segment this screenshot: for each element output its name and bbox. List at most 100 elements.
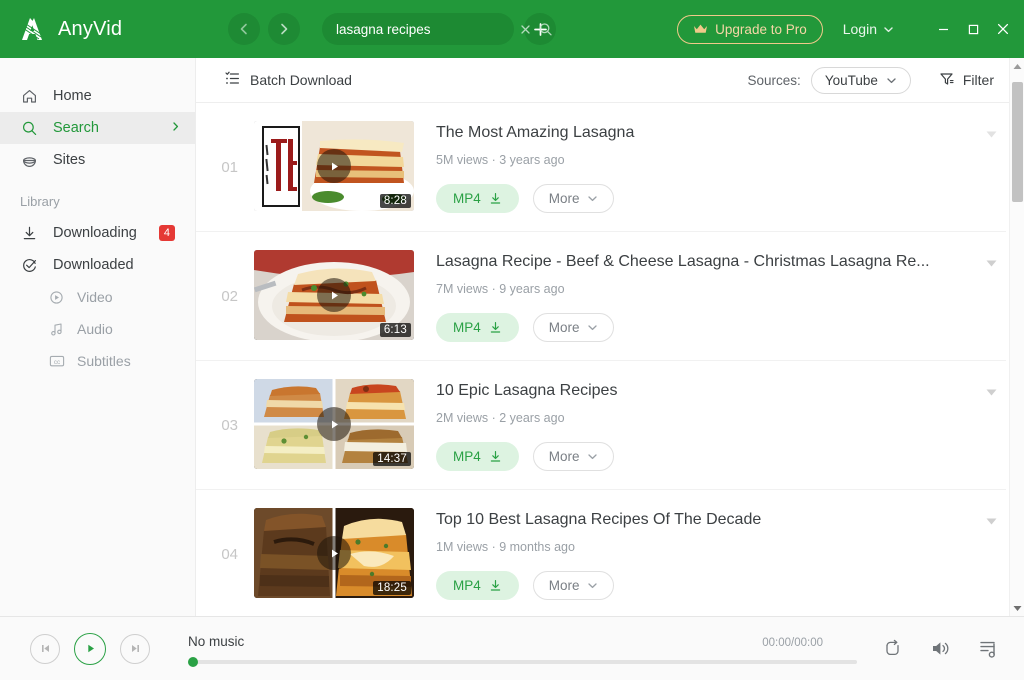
search-icon bbox=[539, 22, 552, 35]
caret-up-icon bbox=[1013, 63, 1021, 69]
sidebar-item-home[interactable]: Home bbox=[0, 80, 195, 112]
play-circle-icon bbox=[48, 290, 65, 305]
forward-button[interactable] bbox=[268, 13, 300, 45]
download-mp4-button[interactable]: MP4 bbox=[436, 571, 519, 600]
play-overlay-icon bbox=[317, 407, 351, 441]
table-row[interactable]: 02 6:13 Lasagna Recipe - Beef & Cheese L… bbox=[196, 232, 1006, 361]
sidebar-item-video[interactable]: Video bbox=[0, 281, 195, 313]
video-thumbnail[interactable]: 14:37 bbox=[254, 379, 414, 469]
video-thumbnail[interactable]: 8:28 bbox=[254, 121, 414, 211]
sidebar-item-downloading[interactable]: Downloading 4 bbox=[0, 217, 195, 249]
search-submit-button[interactable] bbox=[538, 22, 553, 37]
more-options-button[interactable]: More bbox=[532, 184, 614, 213]
video-meta: 1M views · 9 months ago bbox=[436, 540, 575, 554]
video-thumbnail[interactable]: 6:13 bbox=[254, 250, 414, 340]
upgrade-label: Upgrade to Pro bbox=[715, 21, 807, 37]
player-progress-handle[interactable] bbox=[188, 656, 198, 667]
video-actions: MP4 More bbox=[436, 313, 992, 342]
caret-down-icon bbox=[986, 131, 996, 137]
chevron-down-icon bbox=[587, 454, 597, 460]
table-row[interactable]: 03 14:37 10 Epic Lasagna Recipes 2M view… bbox=[196, 361, 1006, 490]
download-icon bbox=[490, 580, 500, 591]
table-row[interactable]: 01 8:28 The Most Amazing Lasagna 5M view… bbox=[196, 103, 1006, 232]
video-actions: MP4 More bbox=[436, 184, 992, 213]
download-icon bbox=[490, 451, 500, 462]
play-button[interactable] bbox=[74, 632, 106, 665]
login-label: Login bbox=[842, 21, 877, 37]
anyvid-window: AnyVid lasagna recipes Upgrade to Pro Lo… bbox=[0, 0, 1024, 680]
sidebar: Home Search Sites Library Downloading 4 … bbox=[0, 58, 196, 616]
download-icon bbox=[20, 225, 39, 242]
download-mp4-button[interactable]: MP4 bbox=[436, 442, 519, 471]
video-meta: 5M views · 3 years ago bbox=[436, 153, 565, 167]
sidebar-item-downloaded[interactable]: Downloaded bbox=[0, 249, 195, 281]
download-format-label: MP4 bbox=[453, 191, 481, 206]
more-options-button[interactable]: More bbox=[532, 313, 614, 342]
search-box[interactable] bbox=[322, 13, 552, 45]
upgrade-to-pro-button[interactable]: Upgrade to Pro bbox=[677, 14, 823, 44]
search-input[interactable] bbox=[336, 21, 513, 37]
next-track-button[interactable] bbox=[120, 633, 150, 664]
filter-button[interactable]: Filter bbox=[939, 71, 994, 90]
volume-button[interactable] bbox=[930, 639, 951, 658]
sidebar-item-subtitles[interactable]: cc Subtitles bbox=[0, 345, 195, 377]
player-progress-bar[interactable] bbox=[188, 656, 857, 667]
sidebar-item-sites[interactable]: Sites bbox=[0, 144, 195, 176]
sidebar-item-audio[interactable]: Audio bbox=[0, 313, 195, 345]
more-options-button[interactable]: More bbox=[532, 571, 614, 600]
video-title[interactable]: The Most Amazing Lasagna bbox=[436, 123, 992, 143]
video-thumbnail[interactable]: 18:25 bbox=[254, 508, 414, 598]
download-format-label: MP4 bbox=[453, 449, 481, 464]
playlist-button[interactable] bbox=[979, 639, 1000, 659]
video-title[interactable]: Lasagna Recipe - Beef & Cheese Lasagna -… bbox=[436, 252, 992, 272]
anyvid-logo-icon bbox=[18, 14, 48, 44]
results-scrollbar[interactable] bbox=[1009, 58, 1024, 616]
player-track-area: No music 00:00/00:00 bbox=[188, 633, 857, 667]
close-button[interactable] bbox=[988, 13, 1018, 45]
download-mp4-button[interactable]: MP4 bbox=[436, 184, 519, 213]
scrollbar-thumb[interactable] bbox=[1012, 82, 1023, 202]
clear-search-button[interactable] bbox=[519, 23, 532, 36]
batch-download-button[interactable]: Batch Download bbox=[224, 70, 352, 90]
video-duration: 14:37 bbox=[373, 452, 411, 466]
more-options-button[interactable]: More bbox=[532, 442, 614, 471]
sources-dropdown[interactable]: YouTube bbox=[810, 66, 911, 94]
now-playing-title: No music bbox=[188, 633, 245, 649]
expand-row-button[interactable] bbox=[982, 512, 1000, 530]
volume-icon bbox=[933, 642, 949, 655]
video-actions: MP4 More bbox=[436, 442, 992, 471]
sidebar-item-label: Home bbox=[53, 88, 92, 104]
previous-track-button[interactable] bbox=[30, 633, 60, 664]
close-icon bbox=[521, 24, 530, 34]
maximize-button[interactable] bbox=[958, 13, 988, 45]
titlebar-right: Upgrade to Pro Login bbox=[677, 13, 1024, 45]
minimize-button[interactable] bbox=[928, 13, 958, 45]
video-info: Top 10 Best Lasagna Recipes Of The Decad… bbox=[414, 508, 1006, 600]
back-button[interactable] bbox=[228, 13, 260, 45]
playlist-icon bbox=[980, 641, 995, 658]
player-right-controls bbox=[883, 639, 1000, 659]
video-title[interactable]: Top 10 Best Lasagna Recipes Of The Decad… bbox=[436, 510, 992, 530]
video-duration: 8:28 bbox=[379, 194, 411, 208]
results-list: 01 8:28 The Most Amazing Lasagna 5M view… bbox=[196, 103, 1024, 616]
player-controls bbox=[30, 632, 150, 665]
expand-row-button[interactable] bbox=[982, 254, 1000, 272]
video-meta: 2M views · 2 years ago bbox=[436, 411, 565, 425]
repeat-icon bbox=[886, 639, 899, 656]
window-controls bbox=[928, 13, 1018, 45]
expand-row-button[interactable] bbox=[982, 383, 1000, 401]
login-button[interactable]: Login bbox=[843, 21, 894, 37]
sidebar-item-label: Sites bbox=[53, 152, 86, 168]
scroll-down-button[interactable] bbox=[1010, 600, 1024, 616]
scroll-up-button[interactable] bbox=[1010, 58, 1024, 74]
crown-icon bbox=[694, 24, 708, 33]
download-mp4-button[interactable]: MP4 bbox=[436, 313, 519, 342]
video-title[interactable]: 10 Epic Lasagna Recipes bbox=[436, 381, 992, 401]
scrollbar-track[interactable] bbox=[1010, 74, 1024, 600]
downloading-count-badge: 4 bbox=[158, 225, 175, 241]
table-row[interactable]: 04 18:25 Top 10 Best Lasagna Recipes Of … bbox=[196, 490, 1006, 616]
repeat-button[interactable] bbox=[883, 639, 902, 658]
expand-row-button[interactable] bbox=[982, 125, 1000, 143]
check-circle-icon bbox=[20, 257, 39, 274]
sidebar-item-search[interactable]: Search bbox=[0, 112, 195, 144]
